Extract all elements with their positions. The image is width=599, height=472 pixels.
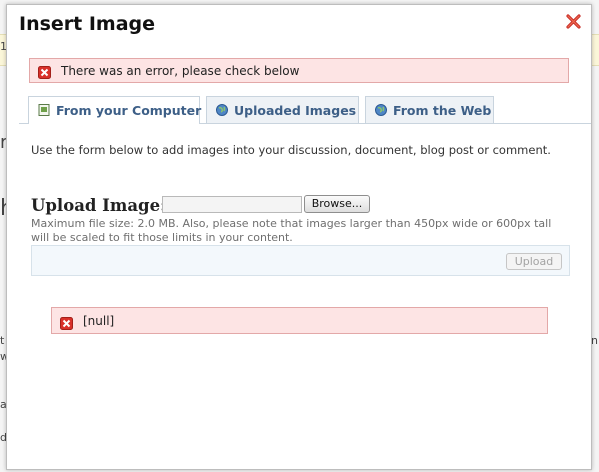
- close-x-icon[interactable]: [566, 14, 581, 29]
- file-size-note: Maximum file size: 2.0 MB. Also, please …: [31, 217, 552, 244]
- intro-text: Use the form below to add images into yo…: [31, 143, 551, 157]
- globe-icon: [375, 104, 387, 116]
- tab-label: Uploaded Images: [234, 103, 357, 118]
- tab-from-the-web[interactable]: From the Web: [365, 96, 494, 123]
- dialog-title: Insert Image: [19, 13, 156, 35]
- file-path-field[interactable]: [162, 196, 302, 213]
- tab-uploaded-images[interactable]: Uploaded Images: [206, 96, 359, 123]
- background-text-fragment: t: [0, 334, 5, 347]
- tab-label: From the Web: [393, 103, 492, 118]
- error-message-text: There was an error, please check below: [61, 64, 300, 78]
- upload-button[interactable]: Upload: [506, 253, 562, 270]
- insert-image-dialog: Insert Image There was an error, please …: [6, 4, 592, 470]
- tab-label: From your Computer: [56, 103, 202, 118]
- tab-from-your-computer[interactable]: From your Computer: [28, 96, 202, 124]
- error-message-text: [null]: [83, 314, 115, 328]
- background-text-fragment: n: [591, 334, 598, 347]
- browse-button[interactable]: Browse...: [304, 195, 370, 213]
- globe-icon: [216, 104, 228, 116]
- error-x-icon: [38, 64, 51, 79]
- upload-actions-bar: Upload: [31, 245, 570, 276]
- error-message-bottom: [null]: [51, 307, 548, 334]
- upload-image-label: Upload Image:: [31, 196, 167, 215]
- image-file-icon: [38, 104, 50, 116]
- error-x-icon: [60, 315, 73, 330]
- error-message-top: There was an error, please check below: [29, 58, 569, 83]
